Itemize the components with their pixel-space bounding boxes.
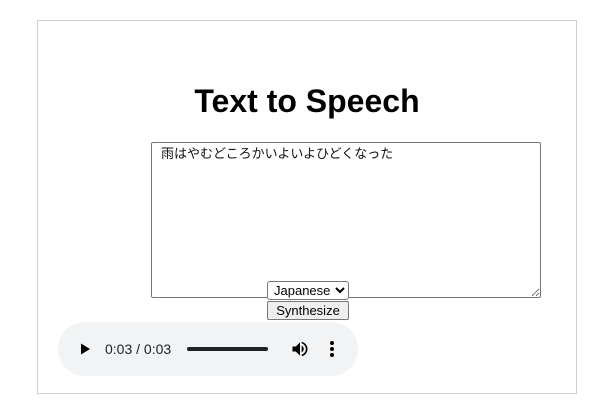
- audio-progress-fill: [187, 347, 268, 351]
- play-icon[interactable]: [78, 342, 92, 356]
- language-select[interactable]: Japanese: [267, 281, 349, 300]
- audio-player: 0:03 / 0:03: [58, 322, 358, 376]
- audio-time: 0:03 / 0:03: [105, 341, 172, 357]
- page-title: Text to Speech: [194, 83, 420, 119]
- volume-icon[interactable]: [290, 339, 310, 359]
- audio-progress-bar[interactable]: [187, 347, 268, 351]
- more-options-icon[interactable]: [326, 339, 338, 359]
- text-input[interactable]: 雨はやむどころかいよいよひどくなった: [151, 142, 541, 298]
- synthesize-button[interactable]: Synthesize: [267, 301, 349, 320]
